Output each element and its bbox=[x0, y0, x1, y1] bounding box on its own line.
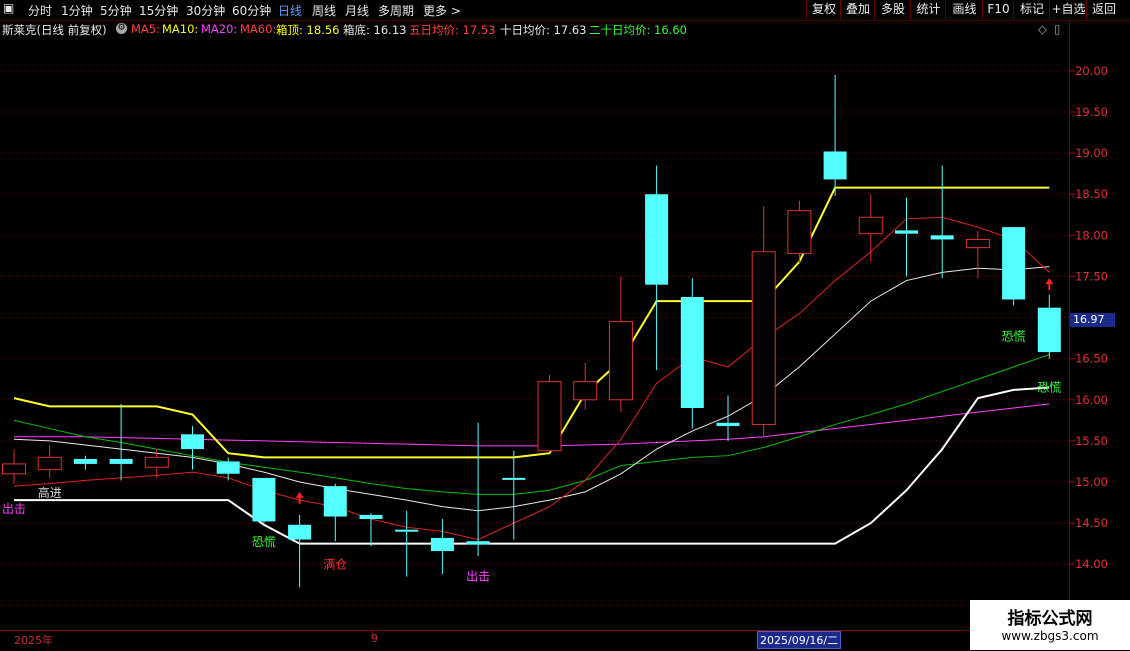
signal-label: 出击 bbox=[2, 502, 26, 516]
up-arrow-icon bbox=[1045, 278, 1054, 291]
y-tick-label: 14.50 bbox=[1075, 516, 1108, 530]
candle-body bbox=[858, 216, 883, 235]
candle-body bbox=[216, 461, 240, 474]
candle-body bbox=[252, 477, 276, 522]
candle-body bbox=[751, 251, 776, 425]
month-label: 9 bbox=[371, 632, 378, 645]
watermark-title: 指标公式网 bbox=[1007, 609, 1093, 629]
selected-date: 2025/09/16/二 bbox=[757, 631, 842, 649]
candle-body bbox=[144, 456, 169, 468]
current-price-tag: 16.97 bbox=[1070, 313, 1115, 328]
signal-label: 满仓 bbox=[323, 557, 347, 571]
candle-body bbox=[37, 456, 62, 471]
candle-body bbox=[430, 537, 454, 552]
candle-body bbox=[395, 529, 419, 532]
candle-body bbox=[573, 381, 598, 401]
y-tick-label: 19.00 bbox=[1075, 146, 1108, 160]
y-tick-label: 16.50 bbox=[1075, 352, 1108, 366]
candle-body bbox=[787, 210, 812, 254]
candle-body bbox=[359, 514, 383, 519]
y-tick-label: 17.50 bbox=[1075, 269, 1108, 283]
candle-body bbox=[466, 541, 490, 545]
candle-body bbox=[1002, 227, 1026, 300]
watermark-url: www.zbgs3.com bbox=[1001, 629, 1099, 643]
signal-label: 恐慌 bbox=[252, 535, 276, 549]
y-tick-label: 18.50 bbox=[1075, 187, 1108, 201]
candle-body bbox=[608, 321, 633, 401]
candle-body bbox=[537, 381, 562, 452]
box-top-line bbox=[13, 186, 1050, 459]
box-bottom-line bbox=[14, 386, 1050, 545]
up-arrow-icon bbox=[295, 491, 304, 504]
right-side-panel-strip bbox=[1112, 20, 1130, 440]
candle-body bbox=[930, 235, 954, 240]
y-tick-label: 20.00 bbox=[1075, 64, 1108, 78]
candle-body bbox=[109, 458, 133, 464]
candle-body bbox=[288, 524, 312, 540]
signal-label: 恐慌 bbox=[1037, 381, 1061, 395]
signal-label: 恐慌 bbox=[1002, 330, 1026, 344]
ma5-line bbox=[13, 216, 1050, 541]
y-tick-label: 14.00 bbox=[1075, 557, 1108, 571]
candle-body bbox=[1037, 307, 1061, 353]
candle-body bbox=[502, 477, 526, 480]
signal-label: 高进 bbox=[38, 485, 62, 500]
candle-body bbox=[716, 422, 740, 427]
y-tick-label: 19.50 bbox=[1075, 105, 1108, 119]
y-tick-label: 16.00 bbox=[1075, 393, 1108, 407]
candle-body bbox=[2, 463, 26, 475]
candle-body bbox=[645, 194, 669, 285]
candlestick-chart[interactable]: 13.5014.0014.5015.0015.5016.0016.5017.00… bbox=[0, 0, 1130, 650]
candle-body bbox=[323, 486, 347, 517]
candle-body bbox=[181, 434, 204, 450]
y-tick-label: 15.50 bbox=[1075, 434, 1108, 448]
candle-body bbox=[73, 458, 97, 464]
candle-body bbox=[823, 151, 847, 180]
candle-body bbox=[895, 230, 918, 234]
y-tick-label: 15.00 bbox=[1075, 475, 1108, 489]
candle-body bbox=[680, 297, 704, 408]
candle-body bbox=[965, 238, 990, 249]
year-label: 2025年 bbox=[14, 634, 53, 647]
y-tick-label: 18.00 bbox=[1075, 228, 1108, 242]
date-axis: 2025年 9 2025/09/16/二 bbox=[0, 630, 1130, 651]
ma60-line bbox=[13, 354, 1050, 495]
watermark: 指标公式网 www.zbgs3.com bbox=[970, 600, 1130, 650]
signal-label: 出击 bbox=[466, 570, 490, 584]
